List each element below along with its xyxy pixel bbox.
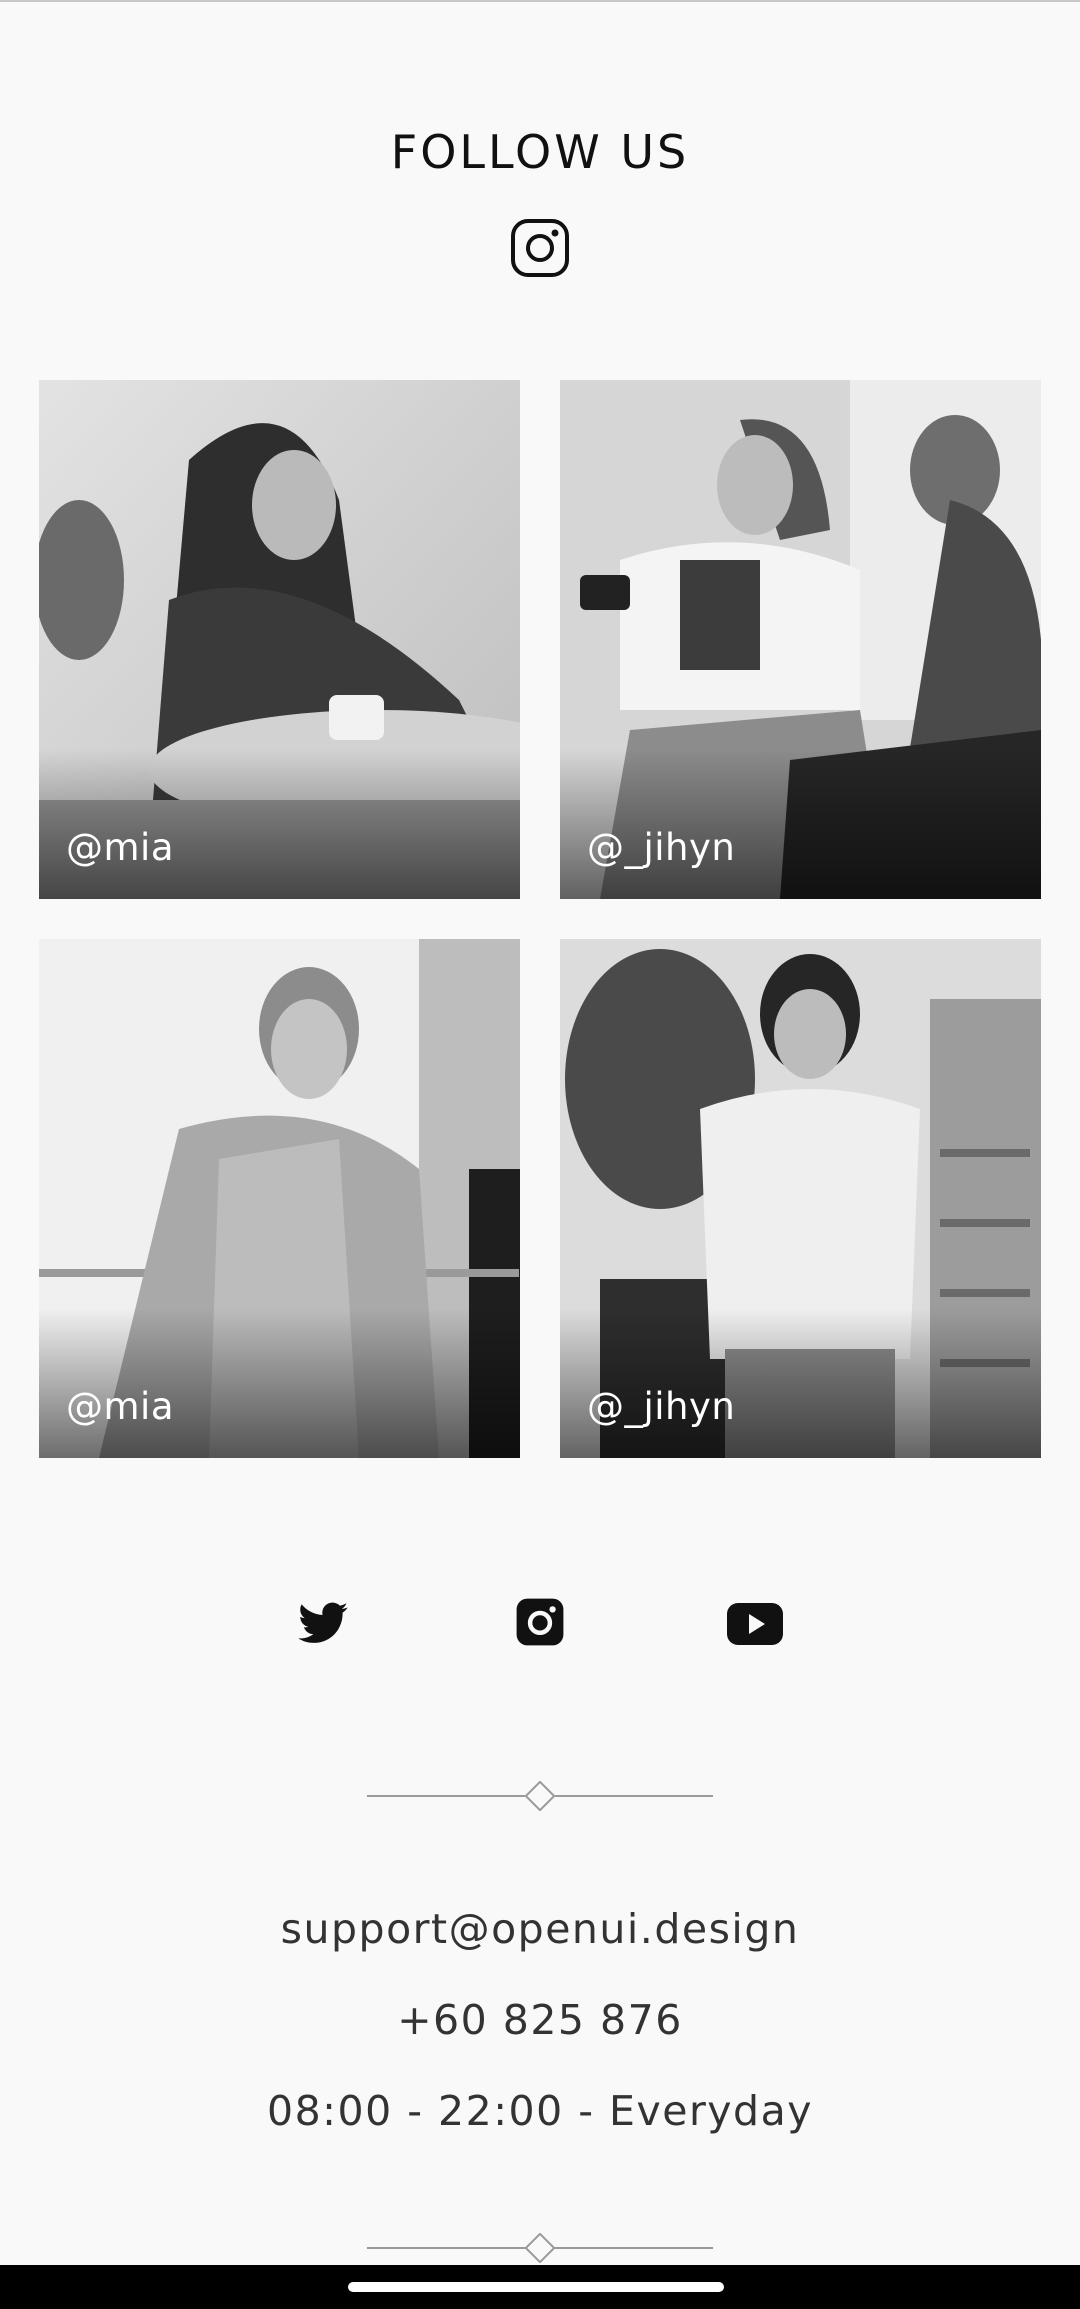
photo-caption-shade [39,1308,520,1458]
instagram-icon[interactable] [510,1595,570,1649]
top-divider [0,0,1080,2]
contact-phone[interactable]: +60 825 876 [0,1996,1080,2044]
gallery-photo-4[interactable]: @_jihyn [560,939,1041,1458]
ornament-divider [367,1781,713,1811]
photo-caption-shade [560,1308,1041,1458]
photo-handle[interactable]: @_jihyn [587,1385,735,1428]
follow-us-title: FOLLOW US [390,125,690,179]
instagram-icon[interactable] [510,218,570,278]
contact-email[interactable]: support@openui.design [0,1905,1080,1953]
gallery-photo-2[interactable]: @_jihyn [560,380,1041,899]
twitter-icon[interactable] [293,1597,353,1651]
photo-handle[interactable]: @mia [66,1385,174,1428]
contact-hours: 08:00 - 22:00 - Everyday [267,2087,813,2135]
photo-caption-shade [560,749,1041,899]
home-indicator[interactable] [348,2282,724,2292]
gallery-photo-1[interactable]: @mia [39,380,520,899]
photo-handle[interactable]: @mia [66,826,174,869]
youtube-icon[interactable] [725,1597,785,1651]
photo-caption-shade [39,749,520,899]
gallery-photo-3[interactable]: @mia [39,939,520,1458]
photo-handle[interactable]: @_jihyn [587,826,735,869]
ornament-divider [367,2233,713,2263]
